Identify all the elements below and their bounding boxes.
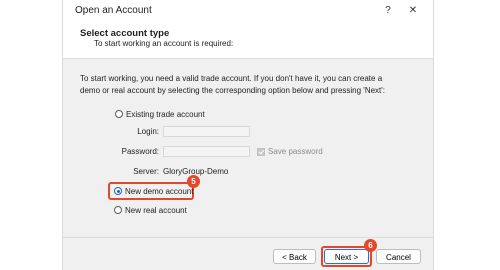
intro-text: To start working, you need a valid trade… xyxy=(80,74,386,95)
step-badge-next: 6 xyxy=(364,239,377,252)
radio-icon[interactable] xyxy=(115,110,123,118)
header-panel: Select account type To start working an … xyxy=(63,22,433,59)
close-icon[interactable]: ✕ xyxy=(404,2,422,20)
radio-demo-account[interactable]: New demo account xyxy=(114,185,193,197)
login-label: Login: xyxy=(137,127,159,136)
checkbox-icon[interactable] xyxy=(257,147,265,156)
next-button[interactable]: Next > xyxy=(324,249,369,264)
radio-icon[interactable] xyxy=(114,206,122,214)
login-field[interactable] xyxy=(163,126,250,137)
radio-demo-label: New demo account xyxy=(125,186,194,196)
radio-real-account[interactable]: New real account xyxy=(114,204,187,216)
footer-bar: < Back Next > 6 Cancel xyxy=(63,237,433,270)
header-title: Select account type xyxy=(80,28,170,39)
cancel-button[interactable]: Cancel xyxy=(376,249,421,264)
radio-existing-account[interactable]: Existing trade account xyxy=(115,108,205,120)
save-password-label: Save password xyxy=(268,147,323,156)
radio-real-label: New real account xyxy=(125,205,187,215)
content-area: To start working, you need a valid trade… xyxy=(63,59,433,237)
save-password-checkbox[interactable]: Save password xyxy=(257,147,323,156)
password-field[interactable] xyxy=(163,146,250,157)
open-account-dialog: Open an Account ? ✕ Select account type … xyxy=(62,0,434,270)
radio-existing-label: Existing trade account xyxy=(126,109,205,119)
header-subtitle: To start working an account is required: xyxy=(94,39,234,48)
title-bar: Open an Account ? ✕ xyxy=(63,0,433,22)
back-button[interactable]: < Back xyxy=(273,249,316,264)
password-label: Password: xyxy=(121,147,159,156)
radio-selected-icon[interactable] xyxy=(114,187,122,195)
server-label: Server: xyxy=(133,167,159,176)
help-icon[interactable]: ? xyxy=(379,2,397,20)
window-title: Open an Account xyxy=(75,5,152,16)
